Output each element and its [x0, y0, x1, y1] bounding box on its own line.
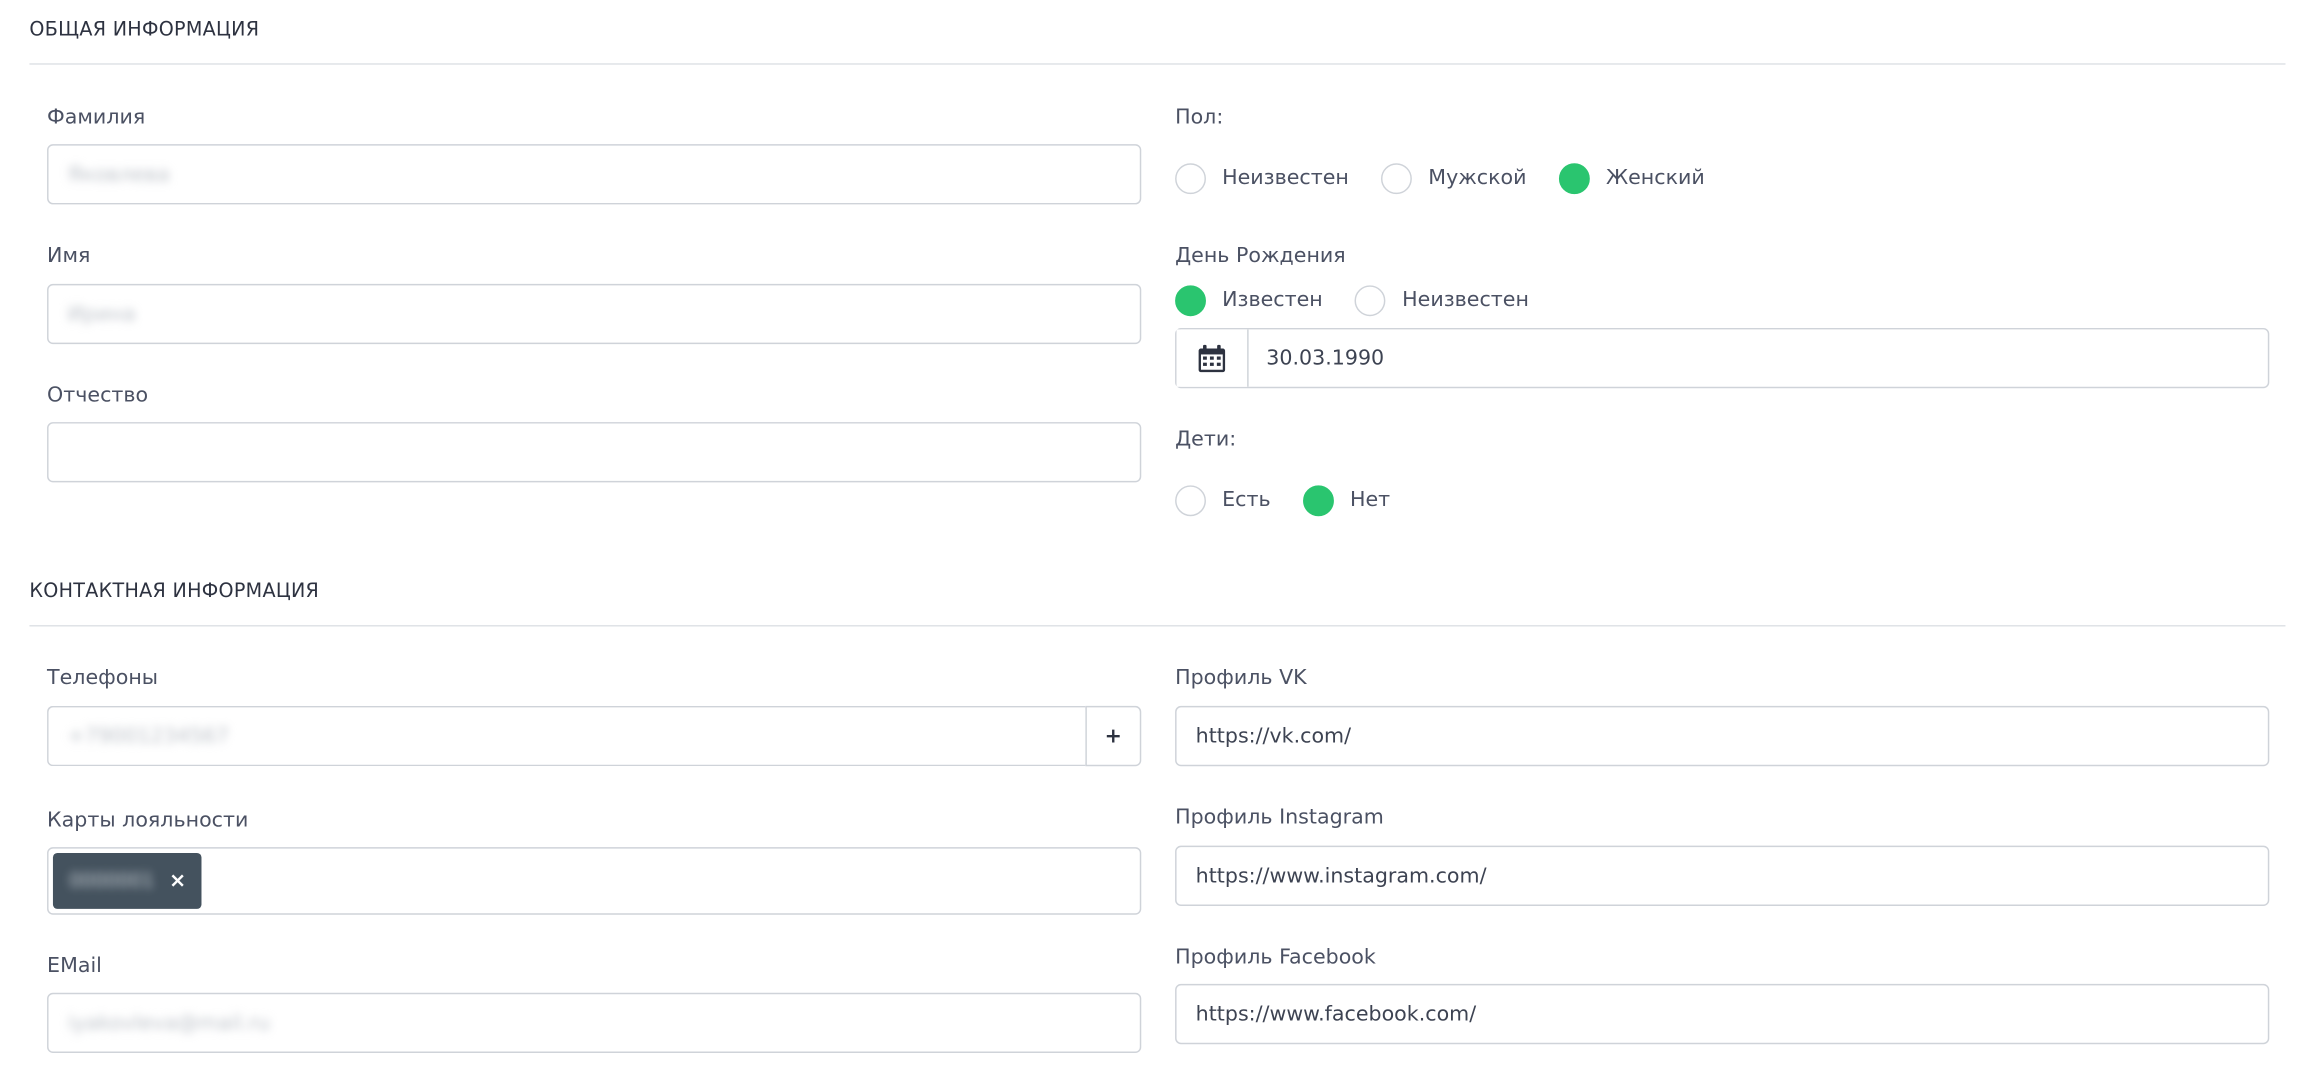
gender-radio-unknown[interactable]: Неизвестен	[1175, 162, 1349, 194]
first-name-label: Имя	[47, 244, 91, 268]
add-phone-button[interactable]: +	[1085, 705, 1142, 767]
last-name-value: Яковлева	[67, 162, 170, 187]
gender-radio-female[interactable]: Женский	[1558, 162, 1705, 194]
vk-profile-input[interactable]: https://vk.com/	[1175, 705, 2270, 767]
vk-profile-label: Профиль VK	[1175, 666, 1307, 690]
patronymic-label: Отчество	[47, 383, 149, 408]
section-divider	[29, 625, 2286, 627]
gender-radio-male[interactable]: Мужской	[1381, 162, 1527, 194]
birthday-radio-known[interactable]: Известен	[1175, 284, 1323, 316]
radio-label: Нет	[1350, 488, 1391, 512]
birthday-radio-group: Известен Неизвестен	[1175, 282, 1561, 317]
radio-label: Мужской	[1428, 166, 1527, 190]
radio-label: Неизвестен	[1222, 166, 1349, 190]
loyalty-card-tag: 0000001 ×	[52, 853, 201, 909]
radio-circle-checked	[1302, 484, 1334, 516]
radio-label: Есть	[1222, 488, 1271, 512]
last-name-input[interactable]: Яковлева	[47, 144, 1142, 205]
email-input[interactable]: iyakovleva@mail.ru	[47, 992, 1142, 1054]
patronymic-input[interactable]	[47, 422, 1142, 483]
section-title-general: ОБЩАЯ ИНФОРМАЦИЯ	[29, 19, 260, 42]
birthday-label: День Рождения	[1175, 244, 1346, 268]
email-label: EMail	[47, 954, 102, 979]
birthday-date-input[interactable]: 30.03.1990	[1249, 329, 2268, 386]
facebook-profile-input[interactable]: https://www.facebook.com/	[1175, 983, 2270, 1045]
children-radio-group: Есть Нет	[1175, 482, 1422, 517]
loyalty-cards-label: Карты лояльности	[47, 808, 249, 833]
phone-input[interactable]: +79001234567	[47, 705, 1086, 767]
close-icon[interactable]: ×	[169, 869, 186, 893]
phones-label: Телефоны	[47, 666, 159, 690]
birthday-date-group: 30.03.1990	[1175, 327, 2270, 389]
instagram-profile-value: https://www.instagram.com/	[1195, 864, 1487, 888]
gender-label: Пол:	[1175, 105, 1224, 130]
radio-circle	[1381, 162, 1413, 194]
loyalty-cards-input[interactable]: 0000001 ×	[47, 847, 1142, 915]
children-radio-yes[interactable]: Есть	[1175, 484, 1271, 516]
radio-circle-checked	[1175, 284, 1206, 316]
calendar-icon[interactable]	[1176, 329, 1249, 387]
children-radio-no[interactable]: Нет	[1302, 484, 1391, 516]
first-name-value: Ирина	[67, 302, 136, 326]
radio-label: Известен	[1222, 288, 1323, 312]
radio-circle-checked	[1558, 162, 1590, 194]
instagram-profile-label: Профиль Instagram	[1175, 805, 1384, 830]
birthday-radio-unknown[interactable]: Неизвестен	[1355, 284, 1529, 316]
gender-radio-group: Неизвестен Мужской Женский	[1175, 160, 1737, 195]
first-name-input[interactable]: Ирина	[47, 283, 1142, 345]
children-label: Дети:	[1175, 427, 1237, 452]
section-divider	[29, 63, 2286, 65]
email-value: iyakovleva@mail.ru	[67, 1011, 271, 1035]
radio-circle	[1355, 284, 1386, 316]
section-title-contact: КОНТАКТНАЯ ИНФОРМАЦИЯ	[29, 580, 320, 603]
radio-label: Неизвестен	[1402, 288, 1529, 312]
instagram-profile-input[interactable]: https://www.instagram.com/	[1175, 845, 2270, 906]
last-name-label: Фамилия	[47, 105, 146, 130]
facebook-profile-value: https://www.facebook.com/	[1195, 1002, 1477, 1026]
client-form: ОБЩАЯ ИНФОРМАЦИЯ Фамилия Яковлева Имя Ир…	[0, 0, 2306, 1075]
radio-label: Женский	[1605, 166, 1705, 190]
phone-value: +79001234567	[67, 724, 230, 748]
radio-circle	[1175, 162, 1206, 194]
phones-group: +79001234567 +	[47, 705, 1142, 767]
vk-profile-value: https://vk.com/	[1195, 724, 1352, 748]
loyalty-card-tag-text: 0000001	[69, 869, 155, 892]
facebook-profile-label: Профиль Facebook	[1175, 945, 1376, 970]
radio-circle	[1175, 484, 1206, 516]
birthday-date-value: 30.03.1990	[1266, 346, 1385, 370]
